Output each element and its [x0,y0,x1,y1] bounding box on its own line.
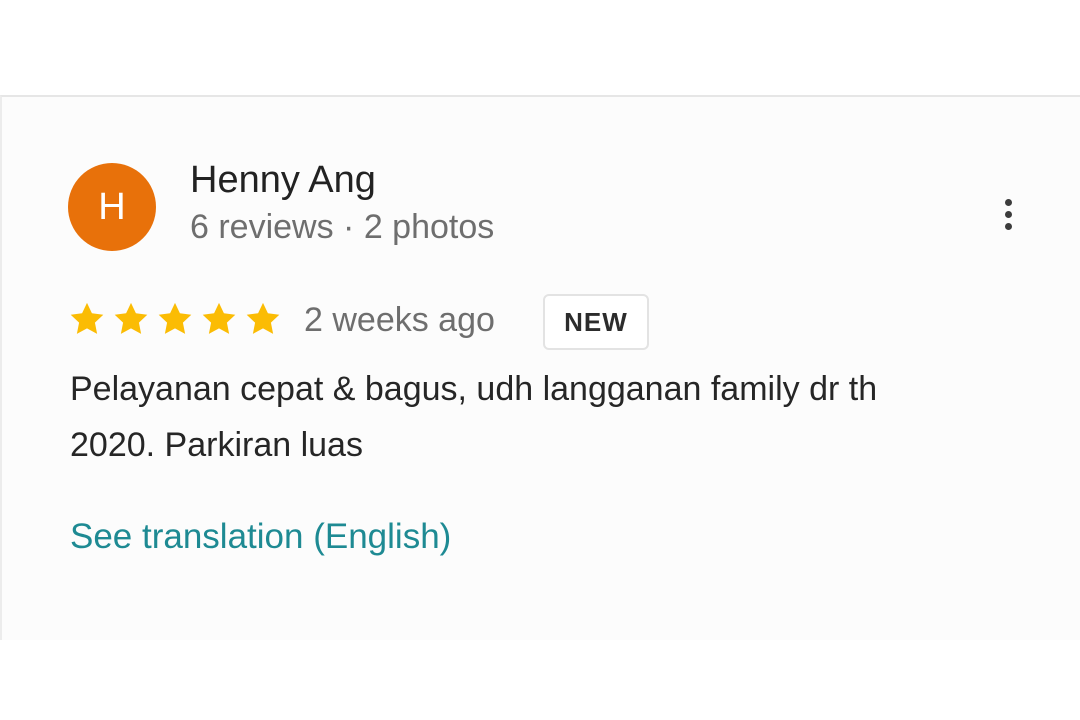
avatar-initial: H [98,185,126,228]
reviewer-name[interactable]: Henny Ang [190,159,376,202]
star-icon [70,302,104,334]
review-text: Pelayanan cepat & bagus, udh langganan f… [70,370,878,464]
star-icon [246,302,280,334]
star-icon [158,302,192,334]
page: H Henny Ang 6 reviews · 2 photos 2 weeks… [0,0,1080,720]
star-rating [68,300,282,338]
avatar[interactable]: H [68,163,156,251]
new-badge: NEW [543,294,649,350]
more-options-button[interactable] [988,189,1028,239]
reviewer-meta: 6 reviews · 2 photos [190,208,495,246]
star-icon [202,302,236,334]
star-icon [114,302,148,334]
review-card: H Henny Ang 6 reviews · 2 photos 2 weeks… [0,95,1080,640]
see-translation-link[interactable]: See translation (English) [70,517,451,557]
review-date: 2 weeks ago [304,301,495,339]
more-vert-icon [1004,198,1012,206]
